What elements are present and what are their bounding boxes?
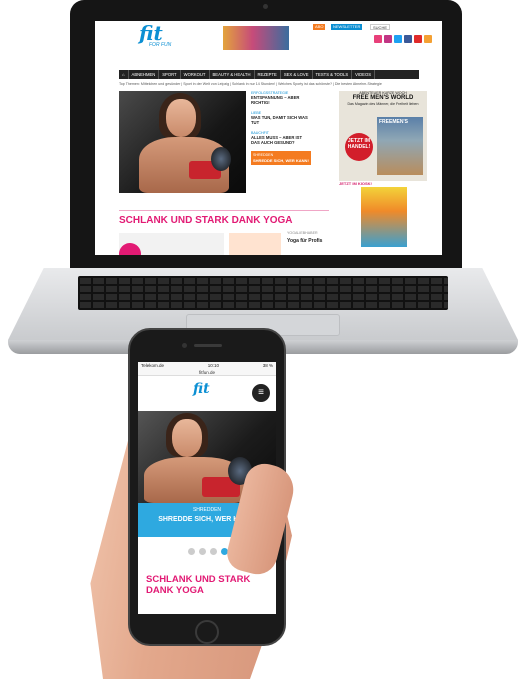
ad-cta-button[interactable]: JETZT IM HANDEL! [345, 133, 373, 161]
side-teaser-title: ENTSPANNUNG – ABER RICHTIG! [251, 95, 300, 105]
nav-rezepte[interactable]: REZEPTE [255, 70, 281, 79]
site-tagline: FOR FUN [149, 42, 172, 48]
side-teaser-title: WAS TUN, DAMIT SICH WAS TUT [251, 115, 308, 125]
youtube-icon[interactable] [414, 35, 422, 43]
hero-woman-face [166, 99, 196, 137]
ad-headline: FREE MEN'S WORLD [352, 95, 414, 101]
side-teaser-1[interactable]: ERFOLGSSTRATEGIE ENTSPANNUNG – ABER RICH… [251, 91, 311, 105]
divider [119, 210, 329, 211]
teaser-card-kicker: YOGALIEBHABER [287, 231, 318, 235]
top-themen-bar[interactable]: Top Themen: Mittelchen und gesünder | Sp… [119, 82, 429, 86]
site-header: fit FOR FUN ABO NEWSLETTER SUCHE [95, 21, 442, 51]
side-teaser-title: ALLES MUSS – ABER IST DAS AUCH GESUND? [251, 135, 303, 145]
nav-sport[interactable]: SPORT [159, 70, 181, 79]
carousel-dot-2[interactable] [199, 548, 206, 555]
hero-image[interactable] [119, 91, 246, 193]
instagram-icon[interactable] [384, 35, 392, 43]
teaser-card-3[interactable]: YOGALIEBHABER Yoga für Profis [287, 231, 331, 255]
mobile-article-headline[interactable]: SCHLANK UND STARK DANK YOGA [146, 574, 271, 596]
nav-sex-love[interactable]: SEX & LOVE [281, 70, 313, 79]
newsletter-button[interactable]: NEWSLETTER [331, 24, 363, 30]
phone-camera [182, 343, 187, 348]
search-field[interactable]: SUCHE [370, 24, 391, 30]
article-headline[interactable]: SCHLANK UND STARK DANK YOGA [119, 215, 293, 226]
social-icons [374, 35, 432, 43]
hamburger-menu-icon[interactable]: ≡ [252, 384, 270, 402]
teaser-card-title: Yoga für Profis [287, 238, 323, 244]
twitter-icon[interactable] [394, 35, 402, 43]
keyboard [78, 276, 448, 310]
nav-tests-tools[interactable]: TESTS & TOOLS [313, 70, 353, 79]
carousel-dots [188, 548, 228, 555]
ad-subtext: Das Magazin des Männer, die Freiheit lie… [347, 102, 419, 106]
ad-cover-title: FREEMEN'S [379, 119, 408, 125]
mobile-logo[interactable]: fit [193, 381, 210, 397]
magazine-teaser-image[interactable] [223, 26, 289, 50]
side-teaser-2[interactable]: LIEBE WAS TUN, DAMIT SICH WAS TUT [251, 111, 311, 125]
nav-videos[interactable]: VIDEOS [352, 70, 375, 79]
laptop-screen: fit FOR FUN ABO NEWSLETTER SUCHE ⌂ ABNEH… [95, 21, 442, 255]
active-teaser[interactable]: SHREDDEN SHREDDE SICH, WER KANN! [251, 151, 311, 165]
social-icon-1[interactable] [374, 35, 382, 43]
main-nav: ⌂ ABNEHMEN SPORT WORKOUT BEAUTY & HEALTH… [119, 70, 419, 79]
ad-magazine-cover: FREEMEN'S [377, 117, 423, 175]
active-teaser-title: SHREDDE SICH, WER KANN! [253, 158, 309, 163]
clock: 10:10 [207, 363, 219, 368]
nav-beauty-health[interactable]: BEAUTY & HEALTH [210, 70, 255, 79]
carousel-dot-1[interactable] [188, 548, 195, 555]
nav-abnehmen[interactable]: ABNEHMEN [129, 70, 160, 79]
pink-circle [119, 243, 141, 255]
url-bar[interactable]: fitfun.de [138, 369, 276, 376]
kiosk-magazine-cover[interactable] [361, 187, 407, 247]
side-teaser-3[interactable]: BAUCHFIT ALLES MUSS – ABER IST DAS AUCH … [251, 131, 311, 145]
home-button [195, 620, 219, 644]
abo-button[interactable]: ABO [313, 24, 326, 30]
mobile-woman-face [172, 419, 202, 457]
laptop-camera [263, 4, 268, 9]
phone-speaker [194, 344, 222, 347]
teaser-card-1[interactable] [119, 233, 224, 255]
carrier: Telekom.de [141, 363, 165, 368]
freemens-ad[interactable]: ABENTEUER KURZE WOCH FREE MEN'S WORLD Da… [339, 91, 427, 181]
status-bar: Telekom.de 10:10 38 % [138, 362, 276, 369]
mobile-header: fit ≡ [138, 376, 276, 411]
hero-dumbbell [211, 147, 231, 171]
nav-workout[interactable]: WORKOUT [181, 70, 210, 79]
facebook-icon[interactable] [404, 35, 412, 43]
rss-icon[interactable] [424, 35, 432, 43]
carousel-dot-3[interactable] [210, 548, 217, 555]
scene: fit FOR FUN ABO NEWSLETTER SUCHE ⌂ ABNEH… [0, 0, 524, 679]
kiosk-label: JETZT IM KIOSK! [339, 181, 372, 186]
battery: 38 % [262, 363, 273, 368]
home-icon[interactable]: ⌂ [119, 70, 129, 79]
teaser-card-2[interactable] [229, 233, 281, 255]
site-logo[interactable]: fit [139, 23, 163, 43]
side-teasers: ERFOLGSSTRATEGIE ENTSPANNUNG – ABER RICH… [251, 91, 311, 165]
